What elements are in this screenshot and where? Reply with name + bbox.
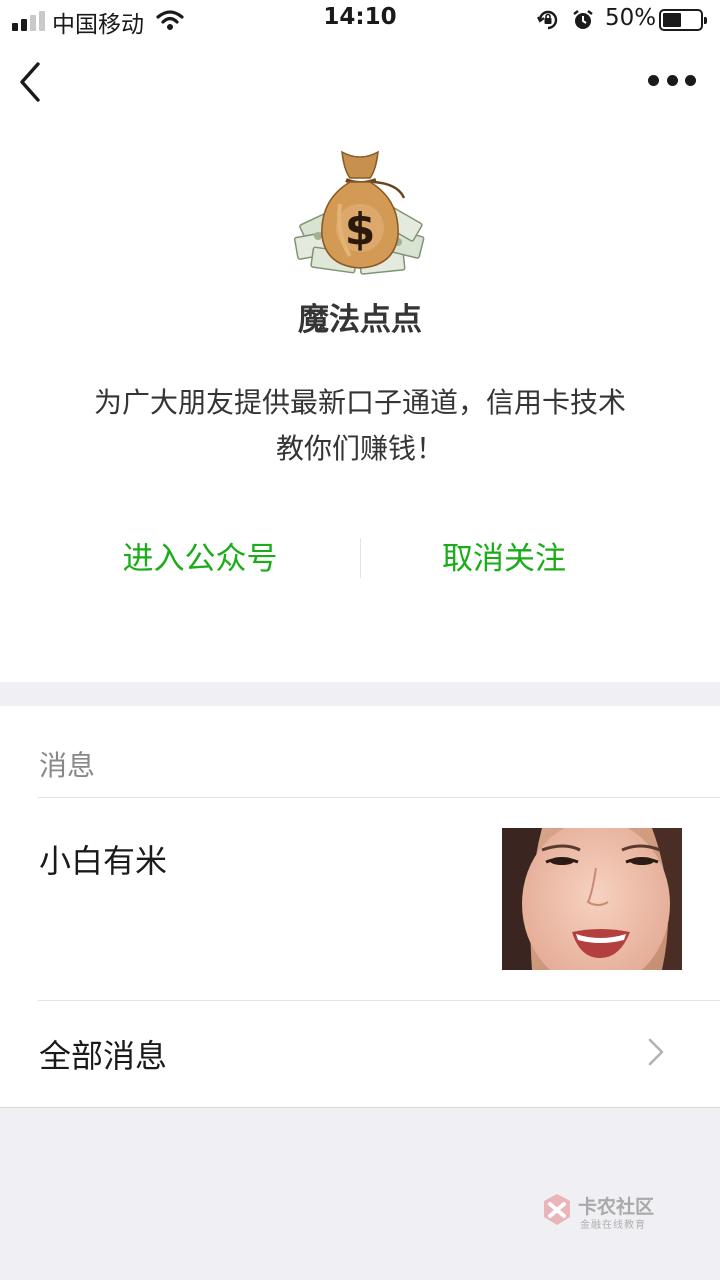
battery-icon [659,9,707,31]
enter-account-button[interactable]: 进入公众号 [80,530,320,590]
carrier-name: 中国移动 [52,12,144,38]
account-name: 魔法点点 [298,302,422,338]
messages-section-title: 消息 [39,749,96,782]
watermark-subtitle: 金融在线教育 [580,1220,646,1231]
rotation-lock-icon [536,8,560,36]
back-button[interactable] [14,58,54,106]
more-options-button[interactable] [648,68,696,92]
unfollow-button[interactable]: 取消关注 [384,530,624,590]
section-separator [0,682,720,706]
official-account-profile-screen: 中国移动 14:10 50% $ 魔法点点 为广大朋友提供最新口子通道，信用卡技… [0,0,720,1280]
watermark: 卡农社区 金融在线教育 [540,1192,670,1232]
watermark-logo-icon [544,1194,570,1225]
signal-strength-icon [12,11,45,31]
account-description: 为广大朋友提供最新口子通道，信用卡技术 教你们赚钱！ [93,386,626,465]
account-avatar: $ [290,144,430,284]
messages-section: 消息 小白有米 全部消息 [0,706,720,1108]
all-messages-row[interactable]: 全部消息 [0,1001,720,1107]
all-messages-label: 全部消息 [39,1037,168,1075]
wifi-icon [156,9,184,35]
clock: 14:10 [323,4,397,30]
watermark-name: 卡农社区 [578,1196,655,1218]
message-title: 小白有米 [39,842,168,880]
money-bag-icon: $ [293,150,425,275]
account-actions: 进入公众号 取消关注 [0,530,720,590]
svg-text:$: $ [345,204,376,255]
chevron-left-icon [20,62,40,102]
alarm-icon [571,8,595,36]
divider [38,797,720,798]
chevron-right-icon [648,1038,664,1066]
message-thumbnail [502,828,682,970]
battery-percentage: 50% [605,5,657,31]
action-divider [360,538,361,578]
status-bar: 中国移动 14:10 50% [0,0,720,40]
footer-background: 卡农社区 金融在线教育 [0,1108,720,1280]
more-dots-icon [648,74,659,86]
